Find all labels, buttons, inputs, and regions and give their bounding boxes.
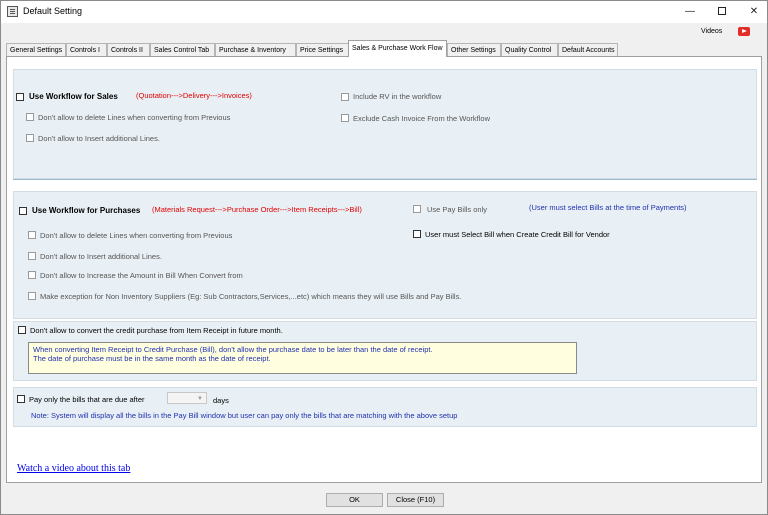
use-pay-bills-only-checkbox[interactable]: [413, 205, 421, 213]
close-window-button[interactable]: ✕: [737, 1, 768, 23]
include-rv-label: Include RV in the workflow: [353, 92, 442, 101]
pay-bills-due-label: Pay only the bills that are due after: [29, 395, 145, 404]
tab-controls-i[interactable]: Controls I: [66, 43, 107, 57]
maximize-button[interactable]: [705, 1, 739, 23]
app-icon: [7, 6, 18, 17]
tab-sales-control[interactable]: Sales Control Tab: [150, 43, 215, 57]
must-select-bill-label: User must Select Bill when Create Credit…: [425, 230, 610, 239]
no-increase-amount-checkbox[interactable]: [28, 271, 36, 279]
use-workflow-purchases-checkbox[interactable]: [19, 207, 27, 215]
ok-button[interactable]: OK: [326, 493, 383, 507]
credit-purchase-note-line-2: The date of purchase must be in the same…: [33, 354, 271, 363]
exclude-cash-invoice-label: Exclude Cash Invoice From the Workflow: [353, 114, 490, 123]
default-setting-window: Default Setting — ✕ Videos General Setti…: [0, 0, 768, 515]
purchases-no-insert-lines-label: Don't allow to Insert additional Lines.: [40, 252, 162, 261]
sales-workflow-section: [13, 69, 757, 179]
tab-controls-ii[interactable]: Controls II: [107, 43, 150, 57]
use-workflow-purchases-label: Use Workflow for Purchases: [32, 206, 141, 215]
use-pay-bills-only-label: Use Pay Bills only: [427, 205, 488, 214]
include-rv-checkbox[interactable]: [341, 93, 349, 101]
exclude-cash-invoice-checkbox[interactable]: [341, 114, 349, 122]
credit-purchase-note-line-1: When converting Item Receipt to Credit P…: [33, 345, 433, 354]
watch-video-link[interactable]: Watch a video about this tab: [17, 463, 130, 474]
sales-no-delete-lines-checkbox[interactable]: [26, 113, 34, 121]
non-inventory-exception-checkbox[interactable]: [28, 292, 36, 300]
pay-bills-note: (User must select Bills at the time of P…: [529, 203, 687, 212]
section-divider: [13, 179, 757, 180]
tab-sales-purchase-work-flow[interactable]: Sales & Purchase Work Flow: [348, 40, 447, 57]
must-select-bill-checkbox[interactable]: [413, 230, 421, 238]
tab-purchase-inventory[interactable]: Purchase & Inventory: [215, 43, 296, 57]
tab-other-settings[interactable]: Other Settings: [447, 43, 501, 57]
days-dropdown[interactable]: ▼: [167, 392, 207, 404]
use-workflow-sales-label: Use Workflow for Sales: [29, 92, 118, 101]
no-increase-amount-label: Don't allow to Increase the Amount in Bi…: [40, 271, 243, 280]
credit-purchase-note: When converting Item Receipt to Credit P…: [28, 342, 577, 374]
purchases-no-insert-lines-checkbox[interactable]: [28, 252, 36, 260]
maximize-icon: [718, 7, 726, 16]
no-future-month-credit-checkbox[interactable]: [18, 326, 26, 334]
pay-bills-due-checkbox[interactable]: [17, 395, 25, 403]
tab-quality-control[interactable]: Quality Control: [501, 43, 558, 57]
tab-general-settings[interactable]: General Settings: [6, 43, 66, 57]
non-inventory-exception-label: Make exception for Non Inventory Supplie…: [40, 292, 462, 301]
days-label: days: [213, 396, 229, 405]
close-button[interactable]: Close (F10): [387, 493, 444, 507]
sales-no-delete-lines-label: Don't allow to delete Lines when convert…: [38, 113, 231, 122]
window-title: Default Setting: [23, 6, 83, 16]
tab-default-accounts[interactable]: Default Accounts: [558, 43, 618, 57]
minimize-button[interactable]: —: [673, 1, 707, 23]
use-workflow-sales-checkbox[interactable]: [16, 93, 24, 101]
purchases-flow-label: (Materials Request--->Purchase Order--->…: [152, 205, 362, 214]
chevron-down-icon: ▼: [197, 396, 203, 402]
title-bar: Default Setting — ✕: [1, 1, 767, 23]
tab-price-settings[interactable]: Price Settings: [296, 43, 349, 57]
videos-label: Videos: [701, 28, 723, 35]
purchases-no-delete-lines-label: Don't allow to delete Lines when convert…: [40, 231, 233, 240]
sales-flow-label: (Quotation--->Delivery--->Invoices): [136, 91, 252, 100]
youtube-icon[interactable]: [738, 27, 750, 36]
purchases-no-delete-lines-checkbox[interactable]: [28, 231, 36, 239]
pay-bills-due-section: [13, 387, 757, 427]
no-future-month-credit-label: Don't allow to convert the credit purcha…: [30, 326, 283, 335]
sales-no-insert-lines-label: Don't allow to Insert additional Lines.: [38, 134, 160, 143]
sales-no-insert-lines-checkbox[interactable]: [26, 134, 34, 142]
pay-bills-due-note: Note: System will display all the bills …: [31, 411, 458, 420]
